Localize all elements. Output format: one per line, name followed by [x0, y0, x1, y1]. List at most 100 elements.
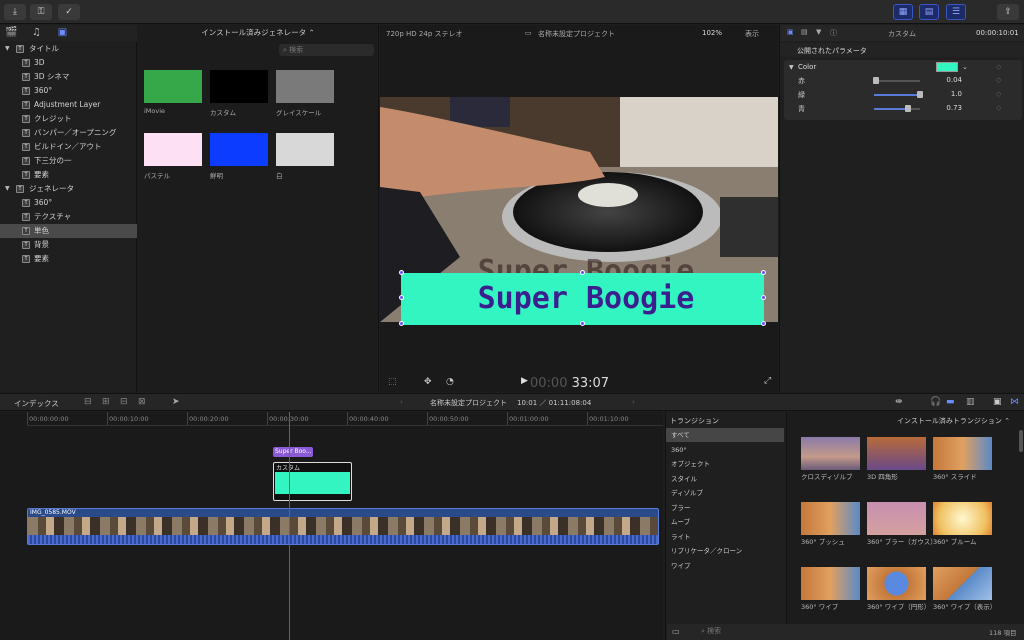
transition-category[interactable]: リプリケータ／クローン	[666, 544, 784, 558]
param-slider-knob[interactable]	[872, 77, 879, 84]
transition-thumbnail[interactable]	[933, 502, 992, 535]
sidebar-item[interactable]: T バンパー／オープニング	[0, 126, 137, 140]
back-arrow-icon[interactable]: ‹	[400, 398, 403, 406]
filter-inspector-icon[interactable]: ▼	[816, 28, 821, 36]
headphones-icon[interactable]: 🎧	[930, 397, 941, 407]
chevron-down-icon[interactable]: ⌄	[962, 63, 968, 71]
param-slider-knob[interactable]	[904, 105, 911, 112]
transition-category[interactable]: すべて	[666, 428, 784, 442]
insert-clip-icon[interactable]: ⊞	[102, 397, 110, 407]
overwrite-clip-icon[interactable]: ⊠	[138, 397, 146, 407]
transitions-title[interactable]: インストール済みトランジション ⌃	[897, 416, 1010, 426]
generator-swatch[interactable]	[144, 70, 202, 103]
transition-category[interactable]: ムーブ	[666, 515, 784, 529]
connect-clip-icon[interactable]: ⊟	[84, 397, 92, 407]
generator-swatch[interactable]	[276, 70, 334, 103]
transform-tool-icon[interactable]: ⬚	[388, 377, 397, 387]
sidebar-item[interactable]: T 3D	[0, 56, 137, 70]
generator-inspector-icon[interactable]: ▣	[787, 28, 794, 36]
resize-handle[interactable]	[761, 321, 766, 326]
zoom-menu[interactable]: 102%	[702, 29, 722, 37]
sidebar-item[interactable]: T 背景	[0, 238, 137, 252]
transition-thumbnail[interactable]	[801, 502, 860, 535]
sidebar-item[interactable]: T 3D シネマ	[0, 70, 137, 84]
transition-thumbnail[interactable]	[933, 567, 992, 600]
generator-swatch[interactable]	[210, 133, 268, 166]
keyframe-icon[interactable]: ◇	[996, 63, 1001, 71]
generator-swatch[interactable]	[144, 133, 202, 166]
transition-category[interactable]: 360°	[666, 443, 784, 457]
resize-handle[interactable]	[580, 270, 585, 275]
resize-handle[interactable]	[761, 295, 766, 300]
generator-swatch[interactable]	[210, 70, 268, 103]
audio-skimming-icon[interactable]: ▬	[946, 397, 955, 407]
show-timeline-button[interactable]: ▤	[919, 4, 939, 20]
filmstrip-icon[interactable]: ▥	[966, 397, 975, 407]
sidebar-item[interactable]: ▼ T ジェネレータ	[0, 182, 137, 196]
keyframe-icon[interactable]: ◇	[996, 76, 1001, 84]
sidebar-item[interactable]: T 360°	[0, 84, 137, 98]
param-slider[interactable]	[874, 105, 920, 112]
transitions-browser-icon[interactable]: ⋈	[1010, 397, 1019, 407]
video-clip[interactable]: IMG_0585.MOV	[27, 508, 659, 545]
transition-category[interactable]: ブラー	[666, 501, 784, 515]
param-slider[interactable]	[874, 91, 923, 98]
transition-thumbnail[interactable]	[867, 567, 926, 600]
show-browser-button[interactable]: ▦	[893, 4, 913, 20]
transition-thumbnail[interactable]	[933, 437, 992, 470]
disclosure-triangle-icon[interactable]: ▼	[5, 42, 10, 56]
append-clip-icon[interactable]: ⊟	[120, 397, 128, 407]
resize-handle[interactable]	[399, 295, 404, 300]
sidebar-item[interactable]: T テクスチャ	[0, 210, 137, 224]
share-button[interactable]: ⇪	[997, 4, 1019, 20]
sidebar-item[interactable]: T ビルドイン／アウト	[0, 140, 137, 154]
transitions-search-input[interactable]: ⌕ 検索	[701, 626, 951, 638]
disclosure-triangle-icon[interactable]: ▼	[5, 182, 10, 196]
background-tasks-button[interactable]: ✓	[58, 4, 80, 20]
title-text-overlay[interactable]: Super Boogie	[406, 275, 766, 323]
param-slider-knob[interactable]	[917, 91, 923, 98]
transition-category[interactable]: オブジェクト	[666, 457, 784, 471]
keyframe-icon[interactable]: ◇	[996, 90, 1001, 98]
resize-handle[interactable]	[580, 321, 585, 326]
sidebar-item[interactable]: ▼ T タイトル	[0, 42, 137, 56]
sidebar-item[interactable]: T 下三分の一	[0, 154, 137, 168]
effects-browser-icon[interactable]: ▣	[993, 397, 1002, 407]
timeline-ruler[interactable]: 00:00:00:0000:00:10:0000:00:20:0000:00:3…	[27, 412, 663, 426]
generator-clip[interactable]: カスタム	[273, 462, 352, 501]
transition-category[interactable]: ディゾルブ	[666, 486, 784, 500]
transition-category[interactable]: ライト	[666, 530, 784, 544]
sidebar-toggle-icon[interactable]: ▭	[672, 627, 680, 636]
timeline[interactable]: 00:00:00:0000:00:10:0000:00:20:0000:00:3…	[0, 412, 663, 640]
transition-thumbnail[interactable]	[801, 437, 860, 470]
generator-swatch[interactable]	[276, 133, 334, 166]
titles-generators-tab[interactable]: ▣	[56, 27, 69, 38]
param-value[interactable]: 0.73	[934, 104, 962, 112]
keyframe-icon[interactable]: ◇	[996, 104, 1001, 112]
libraries-tab[interactable]: 🎬	[5, 27, 18, 38]
keywords-button[interactable]: ⚿	[30, 4, 52, 20]
param-slider[interactable]	[872, 77, 920, 84]
playhead[interactable]	[289, 412, 290, 640]
transition-category[interactable]: スタイル	[666, 472, 784, 486]
browser-title[interactable]: インストール済みジェネレータ ⌃	[137, 25, 379, 41]
show-inspector-button[interactable]: ☰	[946, 4, 966, 20]
param-value[interactable]: 1.0	[934, 90, 962, 98]
photos-audio-tab[interactable]: ♫	[30, 27, 43, 38]
display-menu[interactable]: 表示	[745, 29, 759, 39]
color-well[interactable]	[936, 62, 958, 72]
transition-thumbnail[interactable]	[801, 567, 860, 600]
clip-appearance-icon[interactable]: ⇼	[895, 397, 903, 407]
disclosure-triangle-icon[interactable]: ▼	[789, 64, 794, 71]
transition-thumbnail[interactable]	[867, 502, 926, 535]
resize-handle[interactable]	[399, 270, 404, 275]
param-value[interactable]: 0.04	[934, 76, 962, 84]
enhance-icon[interactable]: ✥	[424, 377, 432, 387]
transition-thumbnail[interactable]	[867, 437, 926, 470]
index-button[interactable]: インデックス	[14, 398, 59, 409]
import-button[interactable]: ⤓	[4, 4, 26, 20]
sidebar-item[interactable]: T 360°	[0, 196, 137, 210]
forward-arrow-icon[interactable]: ›	[632, 398, 635, 406]
sidebar-item[interactable]: T 要素	[0, 252, 137, 266]
speed-icon[interactable]: ◔	[446, 377, 454, 387]
